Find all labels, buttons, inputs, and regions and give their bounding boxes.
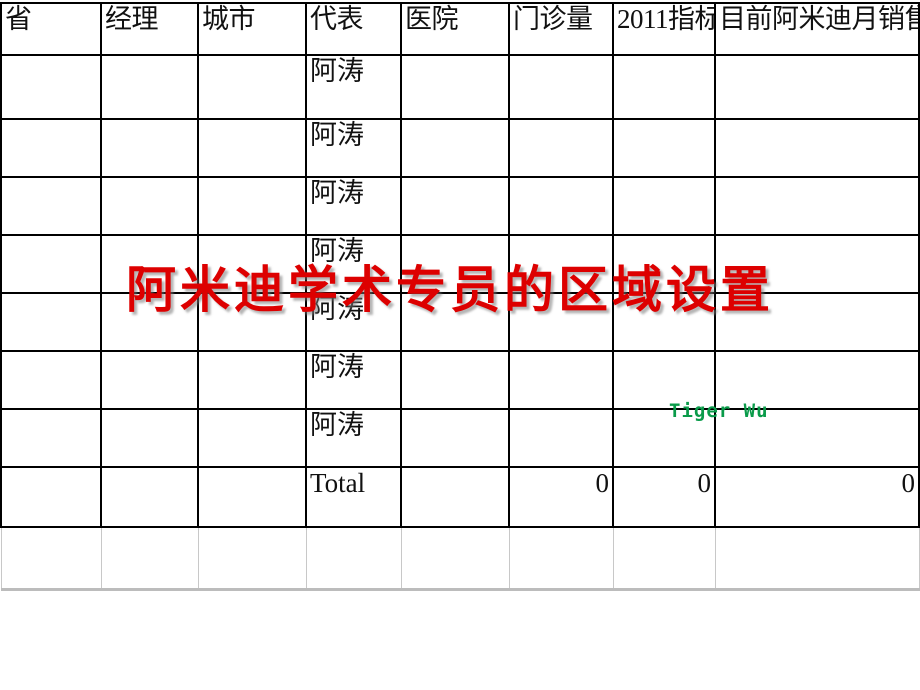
column-header-province: 省 bbox=[0, 2, 102, 56]
cell-visits[interactable] bbox=[508, 176, 614, 236]
column-header-hospital: 医院 bbox=[400, 2, 510, 56]
table-header-row: 省 经理 城市 代表 医院 门诊量 2011指标 目前阿米迪月销售 bbox=[0, 2, 920, 56]
total-cell-province[interactable] bbox=[0, 466, 102, 528]
cell-target[interactable] bbox=[612, 54, 716, 120]
cell-city[interactable] bbox=[197, 118, 307, 178]
empty-cell-city[interactable] bbox=[197, 526, 307, 591]
cell-sales[interactable] bbox=[714, 118, 920, 178]
table-row[interactable]: 阿涛 bbox=[0, 176, 920, 236]
empty-cell-visits[interactable] bbox=[508, 526, 614, 591]
cell-province[interactable] bbox=[0, 118, 102, 178]
column-header-target: 2011指标 bbox=[612, 2, 716, 56]
cell-hospital[interactable] bbox=[400, 54, 510, 120]
cell-manager[interactable] bbox=[100, 408, 199, 468]
total-cell-sales[interactable]: 0 bbox=[714, 466, 920, 528]
table-total-row[interactable]: Total 0 0 0 bbox=[0, 466, 920, 528]
cell-visits[interactable] bbox=[508, 54, 614, 120]
cell-manager[interactable] bbox=[100, 350, 199, 410]
column-header-sales: 目前阿米迪月销售 bbox=[714, 2, 920, 56]
cell-province[interactable] bbox=[0, 54, 102, 120]
empty-cell-manager[interactable] bbox=[100, 526, 199, 591]
total-label[interactable]: Total bbox=[305, 466, 402, 528]
cell-visits[interactable] bbox=[508, 118, 614, 178]
cell-sales[interactable] bbox=[714, 54, 920, 120]
cell-manager[interactable] bbox=[100, 176, 199, 236]
empty-cell-target[interactable] bbox=[612, 526, 716, 591]
empty-cell-sales[interactable] bbox=[714, 526, 920, 591]
cell-visits[interactable] bbox=[508, 408, 614, 468]
cell-visits[interactable] bbox=[508, 350, 614, 410]
column-header-manager: 经理 bbox=[100, 2, 199, 56]
column-header-city: 城市 bbox=[197, 2, 307, 56]
cell-rep[interactable]: 阿涛 bbox=[305, 408, 402, 468]
table-row[interactable]: 阿涛 bbox=[0, 54, 920, 120]
cell-sales[interactable] bbox=[714, 176, 920, 236]
slide-canvas: 省 经理 城市 代表 医院 门诊量 2011指标 目前阿米迪月销售 阿涛 阿涛 … bbox=[0, 0, 920, 690]
cell-city[interactable] bbox=[197, 54, 307, 120]
table-empty-row[interactable] bbox=[0, 526, 920, 591]
cell-province[interactable] bbox=[0, 292, 102, 352]
cell-rep[interactable]: 阿涛 bbox=[305, 54, 402, 120]
cell-hospital[interactable] bbox=[400, 118, 510, 178]
cell-rep[interactable]: 阿涛 bbox=[305, 350, 402, 410]
cell-hospital[interactable] bbox=[400, 350, 510, 410]
total-cell-hospital[interactable] bbox=[400, 466, 510, 528]
slide-title: 阿米迪学术专员的区域设置 bbox=[126, 262, 774, 318]
cell-province[interactable] bbox=[0, 350, 102, 410]
cell-manager[interactable] bbox=[100, 54, 199, 120]
cell-hospital[interactable] bbox=[400, 176, 510, 236]
total-cell-city[interactable] bbox=[197, 466, 307, 528]
empty-cell-hospital[interactable] bbox=[400, 526, 510, 591]
cell-rep[interactable]: 阿涛 bbox=[305, 118, 402, 178]
cell-rep[interactable]: 阿涛 bbox=[305, 176, 402, 236]
author-credit: Tiger Wu bbox=[669, 400, 769, 422]
cell-province[interactable] bbox=[0, 234, 102, 294]
table-row[interactable]: 阿涛 bbox=[0, 350, 920, 410]
cell-target[interactable] bbox=[612, 118, 716, 178]
table-row[interactable]: 阿涛 bbox=[0, 118, 920, 178]
empty-cell-province[interactable] bbox=[0, 526, 102, 591]
table-row[interactable]: 阿涛 bbox=[0, 408, 920, 468]
cell-city[interactable] bbox=[197, 350, 307, 410]
cell-target[interactable] bbox=[612, 176, 716, 236]
empty-cell-rep[interactable] bbox=[305, 526, 402, 591]
total-cell-manager[interactable] bbox=[100, 466, 199, 528]
cell-manager[interactable] bbox=[100, 118, 199, 178]
cell-city[interactable] bbox=[197, 176, 307, 236]
cell-hospital[interactable] bbox=[400, 408, 510, 468]
total-cell-visits[interactable]: 0 bbox=[508, 466, 614, 528]
cell-province[interactable] bbox=[0, 408, 102, 468]
column-header-visits: 门诊量 bbox=[508, 2, 614, 56]
cell-city[interactable] bbox=[197, 408, 307, 468]
total-cell-target[interactable]: 0 bbox=[612, 466, 716, 528]
cell-province[interactable] bbox=[0, 176, 102, 236]
column-header-rep: 代表 bbox=[305, 2, 402, 56]
